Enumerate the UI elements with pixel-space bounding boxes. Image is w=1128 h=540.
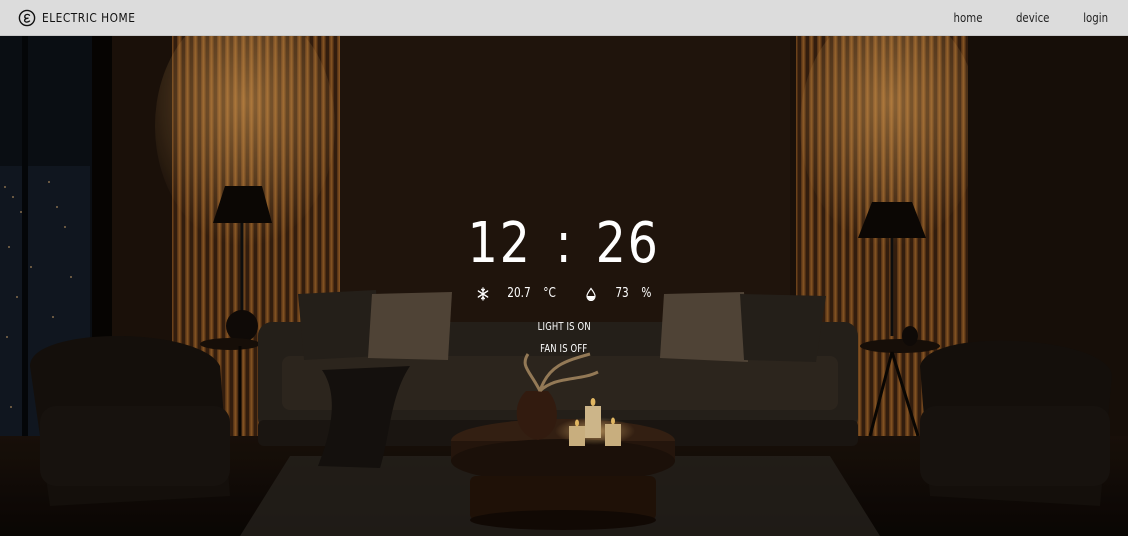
sensor-readings: 20.7 °C 73 % xyxy=(56,286,1071,301)
dashboard-overlay: 12 : 26 20.7 °C 73 % LIGHT IS ON FAN IS … xyxy=(0,36,1128,536)
nav-home-link[interactable]: home xyxy=(954,11,983,25)
light-status-text: LIGHT IS ON xyxy=(537,320,591,333)
fan-status-text: FAN IS OFF xyxy=(540,342,588,355)
temperature-value: 20.7 xyxy=(507,286,531,301)
brand[interactable]: ELECTRIC HOME xyxy=(18,9,152,27)
fan-status: FAN IS OFF xyxy=(0,342,1128,355)
nav-links: home device login xyxy=(951,11,1110,25)
clock-hours: 12 xyxy=(467,211,532,276)
clock-minutes: 26 xyxy=(596,211,661,276)
nav-login-link[interactable]: login xyxy=(1083,11,1108,25)
snowflake-icon xyxy=(477,286,490,301)
nav-device-link[interactable]: device xyxy=(1016,11,1050,25)
humidity-value: 73 xyxy=(615,286,629,301)
clock-separator: : xyxy=(555,211,573,276)
water-drop-icon xyxy=(585,286,598,301)
humidity-unit: % xyxy=(641,286,652,301)
brand-name: ELECTRIC HOME xyxy=(42,10,136,25)
navbar: ELECTRIC HOME home device login xyxy=(0,0,1128,36)
temperature-unit: °C xyxy=(543,286,556,301)
logo-e-icon xyxy=(18,9,36,27)
clock: 12 : 26 xyxy=(0,212,1128,276)
light-status: LIGHT IS ON xyxy=(0,320,1128,333)
